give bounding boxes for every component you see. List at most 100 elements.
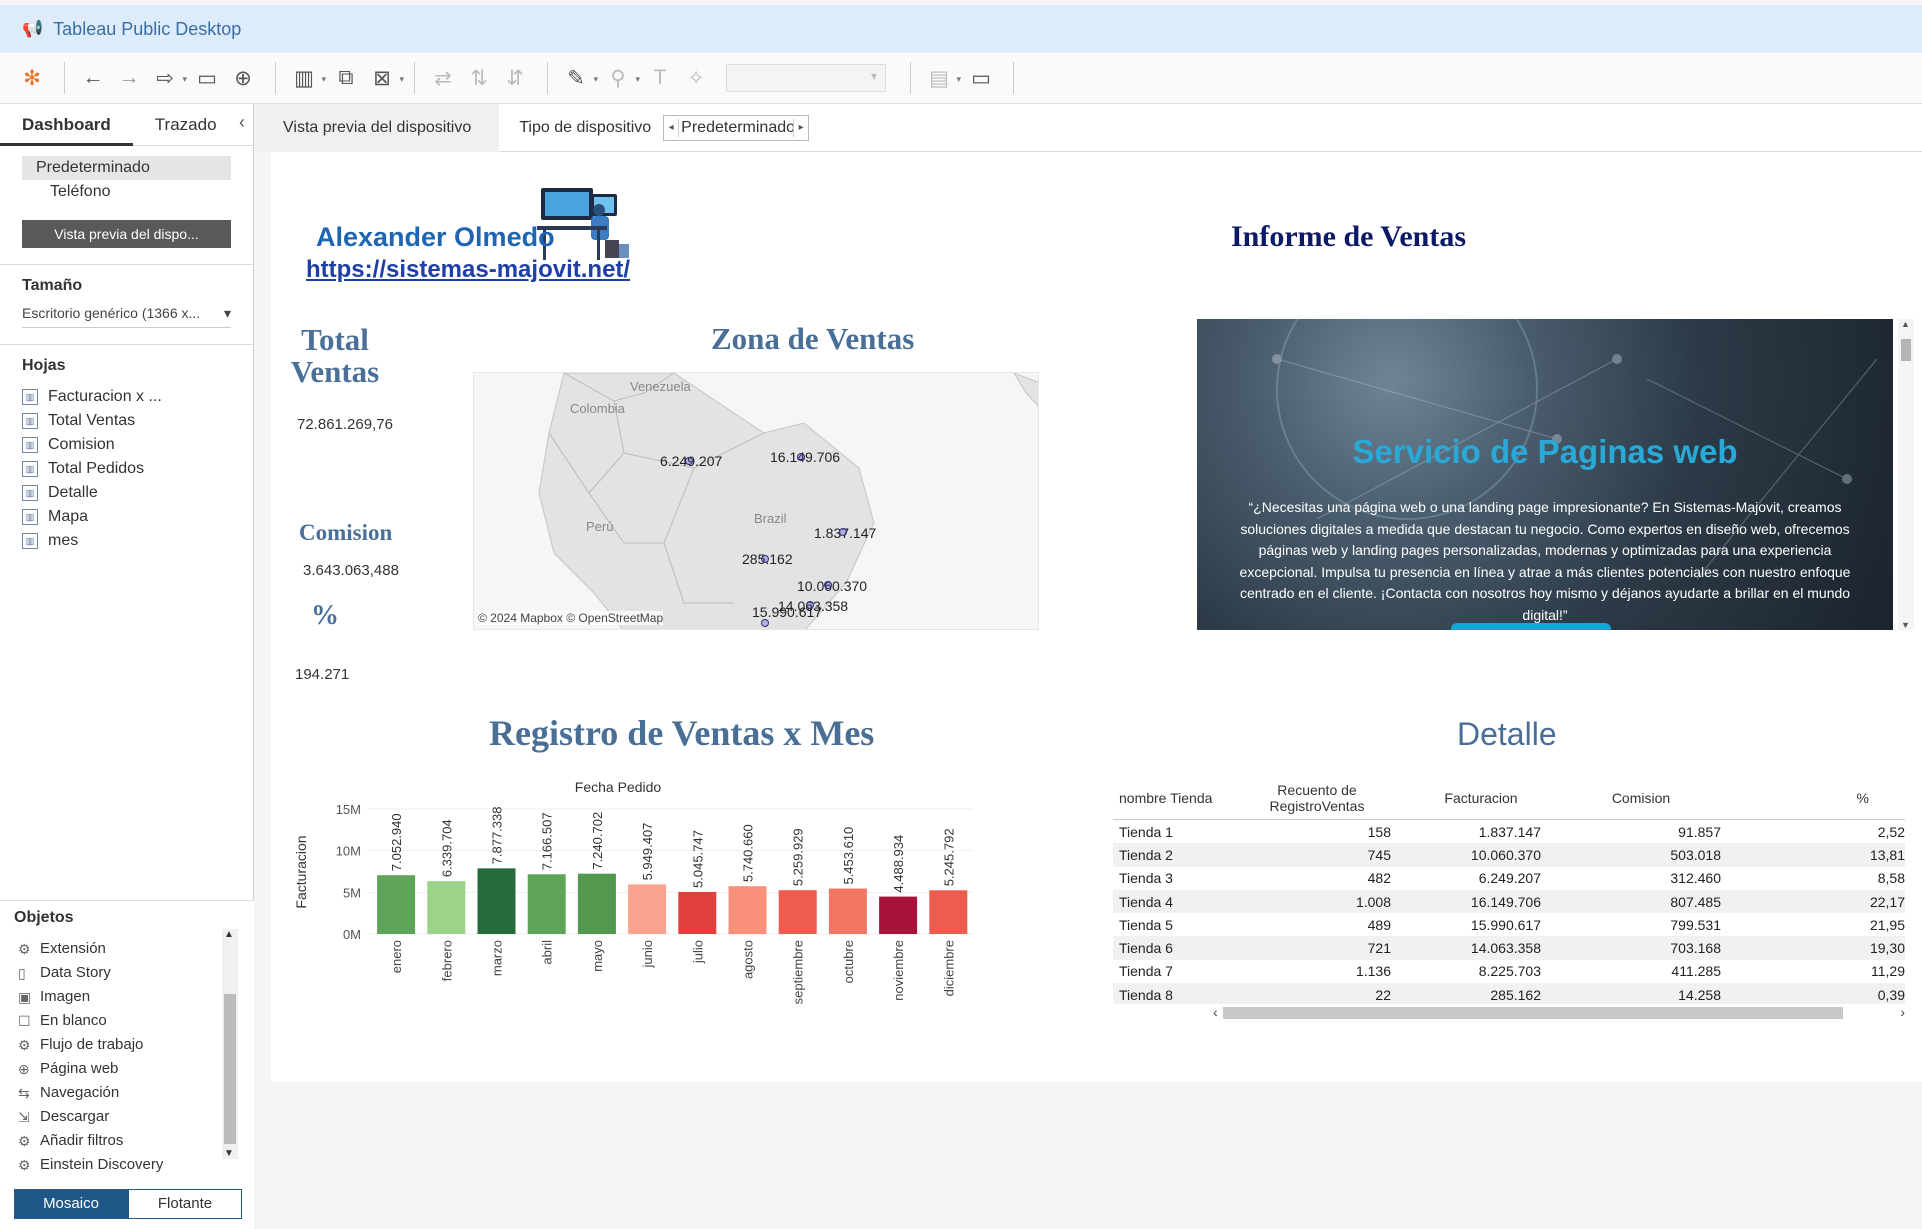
size-dropdown[interactable]: Escritorio genérico (1366 x... [22, 305, 231, 328]
pin-icon[interactable]: ✧ [680, 62, 712, 94]
device-phone[interactable]: Teléfono [22, 180, 231, 204]
sort-desc-icon[interactable]: ⇵ [499, 62, 531, 94]
logo-url-link[interactable]: https://sistemas-majovit.net/ [306, 256, 630, 284]
chevron-left-icon[interactable]: ◂ [664, 122, 678, 133]
bar-value-label: 4.488.934 [891, 835, 906, 893]
redo-icon[interactable]: → [113, 62, 145, 94]
table-row[interactable]: Tienda 6 721 14.063.358 703.168 19,30 [1113, 936, 1905, 960]
bar[interactable] [427, 881, 466, 934]
device-bar: Vista previa del dispositivo Tipo de dis… [255, 103, 1922, 152]
object-filters[interactable]: ⚙ Añadir filtros [0, 1129, 254, 1153]
duplicate-icon[interactable]: ⧉ [330, 62, 362, 94]
sheet-icon: ▥ [22, 509, 38, 525]
object-workflow[interactable]: ⚙ Flujo de trabajo [0, 1033, 254, 1057]
map-point[interactable] [685, 457, 693, 465]
bar[interactable] [879, 896, 918, 934]
fit-dropdown[interactable] [726, 64, 886, 92]
x-tick-label: diciembre [941, 940, 956, 996]
bar[interactable] [477, 868, 516, 934]
scroll-left-icon[interactable]: ‹ [1213, 1004, 1218, 1020]
bar[interactable] [527, 874, 566, 934]
bar[interactable] [828, 888, 867, 934]
object-data-story[interactable]: ▯ Data Story [0, 961, 254, 985]
object-image[interactable]: ▣ Imagen [0, 985, 254, 1009]
device-type-selector[interactable]: ◂ Predeterminado ▸ [663, 114, 810, 141]
sort-asc-icon[interactable]: ⇅ [463, 62, 495, 94]
sheet-item[interactable]: ▥ Total Pedidos [22, 457, 231, 481]
map-point[interactable] [824, 581, 832, 589]
object-download[interactable]: ⇲ Descargar [0, 1105, 254, 1129]
chevron-right-icon[interactable]: ▸ [794, 122, 808, 133]
object-blank[interactable]: ☐ En blanco [0, 1009, 254, 1033]
show-me-icon[interactable]: ▤ ▾ [923, 62, 961, 94]
sheet-item[interactable]: ▥ Comision [22, 433, 231, 457]
object-web-page[interactable]: ⊕ Página web [0, 1057, 254, 1081]
table-row[interactable]: Tienda 5 489 15.990.617 799.531 21,95 [1113, 913, 1905, 936]
object-navigation[interactable]: ⇆ Navegación [0, 1081, 254, 1105]
map-point[interactable] [761, 619, 769, 627]
y-tick-label: 15M [336, 802, 361, 817]
map-point[interactable] [806, 601, 814, 609]
device-preview-tab[interactable]: Vista previa del dispositivo [255, 103, 500, 152]
sheet-item[interactable]: ▥ Facturacion x ... [22, 385, 231, 409]
highlight-icon[interactable]: ✎ ▾ [560, 62, 598, 94]
sheet-item[interactable]: ▥ Mapa [22, 505, 231, 529]
object-einstein[interactable]: ⚙ Einstein Discovery [0, 1153, 254, 1177]
col-header-count[interactable]: Recuento de RegistroVentas [1223, 782, 1391, 814]
table-row[interactable]: Tienda 1 158 1.837.147 91.857 2,52 [1113, 820, 1905, 843]
col-header-commission[interactable]: Comision [1541, 790, 1721, 806]
save-icon[interactable]: ▭ [191, 62, 223, 94]
sheet-item[interactable]: ▥ Total Ventas [22, 409, 231, 433]
bar-value-label: 5.740.660 [741, 824, 756, 882]
clear-icon[interactable]: ⊠ ▾ [366, 62, 404, 94]
col-header-billing[interactable]: Facturacion [1391, 790, 1541, 806]
monthly-sales-bar-chart[interactable]: Fecha Pedido Facturacion 0M 5M 10M 15M 7.052.9… [291, 764, 1111, 1064]
tab-trazado[interactable]: Trazado [133, 104, 239, 146]
device-preview-button[interactable]: Vista previa del dispo... [22, 220, 231, 248]
tab-dashboard[interactable]: Dashboard [0, 104, 133, 146]
table-row[interactable]: Tienda 8 22 285.162 14.258 0,39 [1113, 983, 1905, 1007]
bar[interactable] [377, 875, 416, 934]
mode-floating-button[interactable]: Flotante [128, 1189, 242, 1219]
sales-map[interactable]: Venezuela Colombia Brazil Perú 6.249.207… [473, 372, 1039, 630]
sheet-item[interactable]: ▥ mes [22, 529, 231, 553]
promo-contact-button[interactable] [1451, 623, 1611, 630]
map-point[interactable] [839, 528, 847, 536]
swap-icon[interactable]: ⇄ [427, 62, 459, 94]
table-cell: 2,52 [1877, 823, 1905, 840]
table-row[interactable]: Tienda 2 745 10.060.370 503.018 13,81 [1113, 843, 1905, 867]
device-default[interactable]: Predeterminado [22, 156, 231, 180]
presentation-icon[interactable]: ▭ [965, 62, 997, 94]
bar[interactable] [577, 873, 616, 934]
table-row[interactable]: Tienda 4 1.008 16.149.706 807.485 22,17 [1113, 889, 1905, 914]
tableau-logo-icon[interactable]: ✻ [16, 62, 48, 94]
bar[interactable] [728, 886, 767, 934]
collapse-pane-icon[interactable]: ‹ [239, 112, 245, 133]
label-icon[interactable]: T [644, 62, 676, 94]
table-row[interactable]: Tienda 3 482 6.249.207 312.460 8,58 [1113, 867, 1905, 890]
new-sheet-icon[interactable]: ▥ ▾ [288, 62, 326, 94]
mode-tiled-button[interactable]: Mosaico [14, 1189, 128, 1219]
bar[interactable] [929, 890, 968, 934]
table-row[interactable]: Tienda 7 1.136 8.225.703 411.285 11,29 [1113, 960, 1905, 983]
bar[interactable] [678, 891, 717, 934]
scroll-right-icon[interactable]: › [1900, 1004, 1905, 1020]
col-header-store[interactable]: nombre Tienda [1113, 790, 1223, 806]
detail-horizontal-scrollbar[interactable]: ‹ › [1113, 1004, 1905, 1022]
map-point[interactable] [797, 453, 805, 461]
bar-value-label: 5.949.407 [640, 823, 655, 881]
object-extension[interactable]: ⚙ Extensión [0, 937, 254, 961]
promo-web-object[interactable]: Servicio de Paginas web “¿Necesitas una … [1197, 319, 1893, 630]
bar[interactable] [778, 890, 817, 934]
promo-scrollbar[interactable]: ▲ ▼ [1898, 319, 1914, 630]
new-datasource-icon[interactable]: ⊕ [227, 62, 259, 94]
workflow-icon: ⚙ [18, 1037, 31, 1053]
group-icon[interactable]: ⚲ ▾ [602, 62, 640, 94]
col-header-pct[interactable]: % [1721, 790, 1905, 806]
undo-icon[interactable]: ← [77, 62, 109, 94]
sheet-item[interactable]: ▥ Detalle [22, 481, 231, 505]
replay-icon[interactable]: ⇨ ▾ [149, 62, 187, 94]
bar[interactable] [628, 884, 667, 934]
map-point[interactable] [761, 555, 769, 563]
promo-title: Servicio de Paginas web [1352, 433, 1738, 470]
